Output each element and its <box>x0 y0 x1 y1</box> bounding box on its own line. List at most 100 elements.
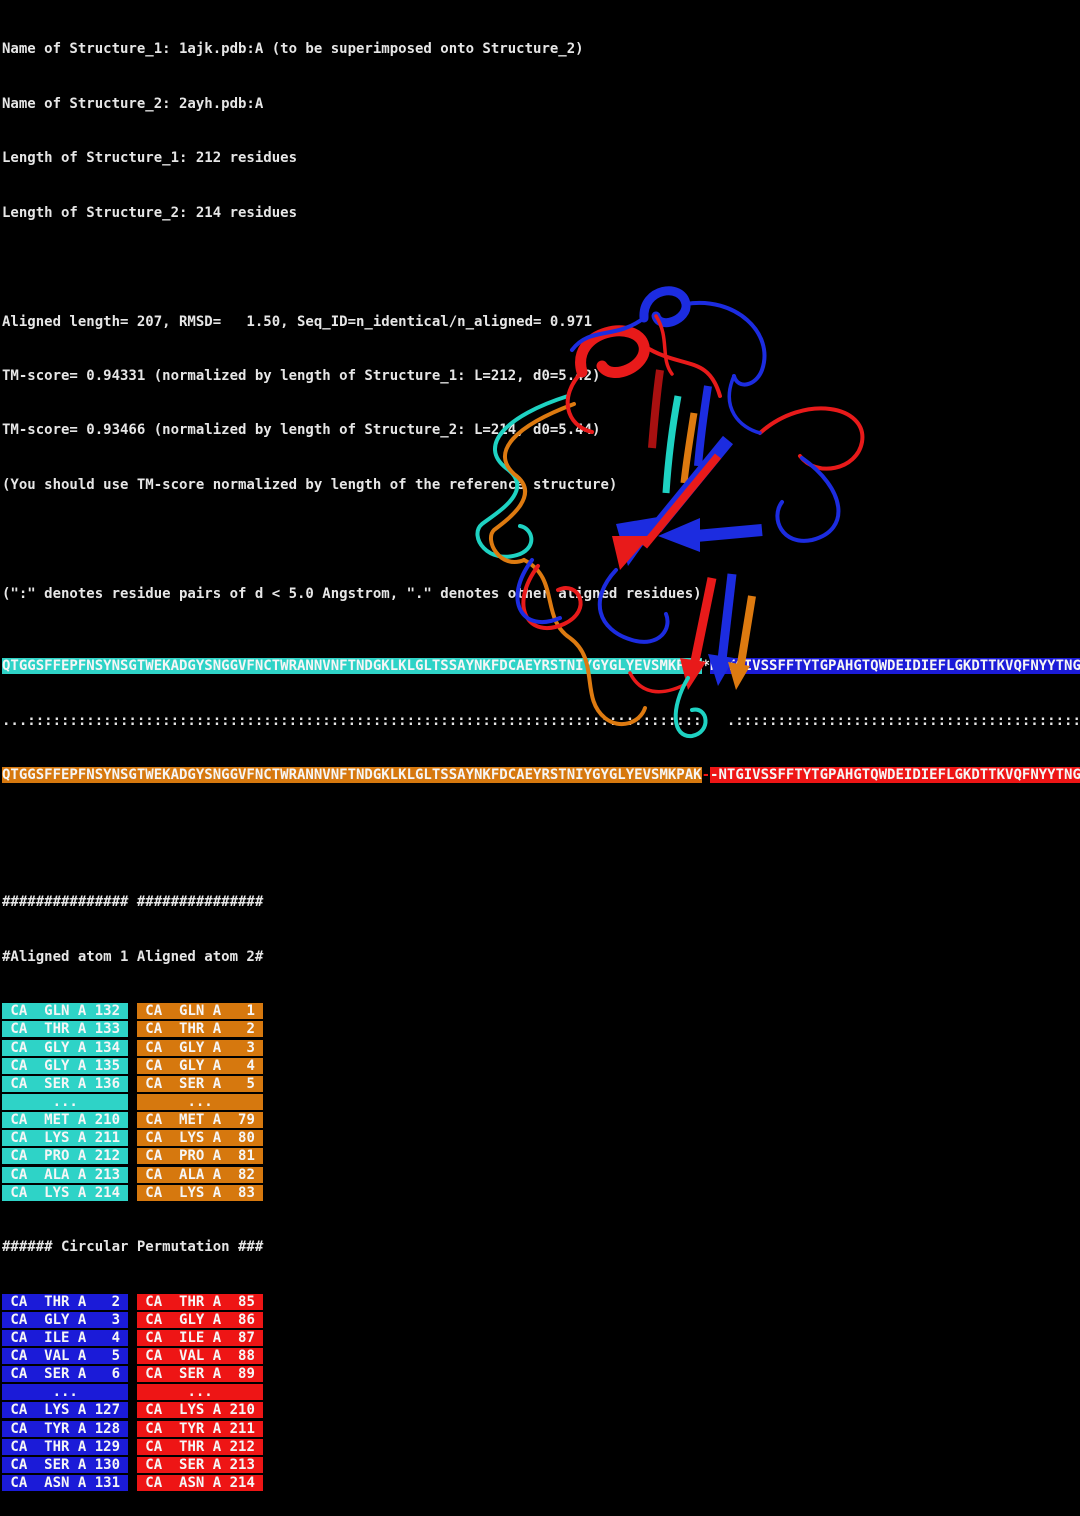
atom1-cell: ... <box>2 1384 128 1400</box>
strand-orange-vertical <box>684 413 694 483</box>
atom2-cell: CA LYS A 210 <box>137 1402 263 1418</box>
atom1-cell: CA ILE A 4 <box>2 1330 128 1346</box>
aligned-atom-row: ... ... <box>2 1383 1080 1401</box>
arrowhead-red-diagonal <box>612 536 650 570</box>
loop-blue-topright <box>686 303 764 385</box>
aligned-atoms-block-2: CA THR A 2 CA THR A 85 CA GLY A 3 CA GLY… <box>2 1293 1080 1493</box>
atom2-cell: CA THR A 85 <box>137 1294 263 1310</box>
cp-separator: ###### Circular Permutation ### <box>2 1238 1080 1256</box>
aligned-atom-row: CA GLY A 134 CA GLY A 3 <box>2 1039 1080 1057</box>
loop-blue-centerbottom <box>600 570 668 642</box>
info-line-structure2-name: Name of Structure_2: 2ayh.pdb:A <box>2 95 1080 113</box>
loop-red-right <box>760 408 862 468</box>
aligned-atom-row: CA PRO A 212 CA PRO A 81 <box>2 1147 1080 1165</box>
atom1-cell: CA ASN A 131 <box>2 1475 128 1491</box>
atom1-cell: CA GLY A 134 <box>2 1040 128 1056</box>
atom1-cell: CA LYS A 211 <box>2 1130 128 1146</box>
atom2-cell: CA ALA A 82 <box>137 1167 263 1183</box>
aligned-atom-row: CA MET A 210 CA MET A 79 <box>2 1111 1080 1129</box>
atom1-cell: CA GLY A 135 <box>2 1058 128 1074</box>
atom1-cell: CA SER A 136 <box>2 1076 128 1092</box>
strand-blue-down <box>722 574 732 660</box>
aligned-atom-row: CA TYR A 128 CA TYR A 211 <box>2 1420 1080 1438</box>
info-line-structure1-length: Length of Structure_1: 212 residues <box>2 149 1080 167</box>
atom2-cell: CA GLY A 4 <box>137 1058 263 1074</box>
atom1-cell: CA GLY A 3 <box>2 1312 128 1328</box>
aligned-atom-row: CA GLN A 132 CA GLN A 1 <box>2 1002 1080 1020</box>
atom2-cell: CA THR A 212 <box>137 1439 263 1455</box>
atom1-cell: CA MET A 210 <box>2 1112 128 1128</box>
atom1-cell: ... <box>2 1094 128 1110</box>
atom2-cell: CA ILE A 87 <box>137 1330 263 1346</box>
atom2-cell: CA LYS A 83 <box>137 1185 263 1201</box>
aligned-atom-row: CA GLY A 3 CA GLY A 86 <box>2 1311 1080 1329</box>
aligned-atom-row: CA THR A 129 CA THR A 212 <box>2 1438 1080 1456</box>
atom2-cell: CA TYR A 211 <box>137 1421 263 1437</box>
strand-orange-down <box>740 596 752 670</box>
aligned-atom-row: CA LYS A 214 CA LYS A 83 <box>2 1184 1080 1202</box>
aligned-atom-row: CA SER A 130 CA SER A 213 <box>2 1456 1080 1474</box>
atom2-cell: CA SER A 89 <box>137 1366 263 1382</box>
seq2-cp-segment: -NTGIVSSFFTYTGPAHGTQWDEIDIEFLGKDTTKVQFNY… <box>710 767 1080 783</box>
aligned-atom-row: ... ... <box>2 1093 1080 1111</box>
seq2-aligned-segment: QTGGSFFEPFNSYNSGTWEKADGYSNGGVFNCTWRANNVN… <box>2 767 702 783</box>
loop-red-left <box>568 372 592 432</box>
strand-blue-horizontal <box>696 530 762 536</box>
atom2-cell: CA GLY A 3 <box>137 1040 263 1056</box>
info-line-structure1-name: Name of Structure_1: 1ajk.pdb:A (to be s… <box>2 40 1080 58</box>
atom1-cell: CA TYR A 128 <box>2 1421 128 1437</box>
atom1-cell: CA GLN A 132 <box>2 1003 128 1019</box>
loop-orange-bottom <box>524 560 645 724</box>
atom1-cell: CA THR A 2 <box>2 1294 128 1310</box>
aligned-atom-row: CA VAL A 5 CA VAL A 88 <box>2 1347 1080 1365</box>
arrowhead-blue-down <box>708 654 734 686</box>
strand-darkred-vertical <box>652 370 660 448</box>
atom2-cell: CA VAL A 88 <box>137 1348 263 1364</box>
atom2-cell: CA MET A 79 <box>137 1112 263 1128</box>
structure-superposition-view <box>420 278 920 758</box>
aligned-atom-row: CA ASN A 131 CA ASN A 214 <box>2 1474 1080 1492</box>
atom1-cell: CA THR A 129 <box>2 1439 128 1455</box>
atom2-cell: CA PRO A 81 <box>137 1148 263 1164</box>
aligned-atom-row: CA SER A 6 CA SER A 89 <box>2 1365 1080 1383</box>
terminal-text: Name of Structure_1: 1ajk.pdb:A (to be s… <box>2 4 1080 1516</box>
helix-blue <box>644 291 686 323</box>
aligned-atoms-block-1: CA GLN A 132 CA GLN A 1 CA THR A 133 CA … <box>2 1002 1080 1202</box>
atom1-cell: CA THR A 133 <box>2 1021 128 1037</box>
atom1-cell: CA VAL A 5 <box>2 1348 128 1364</box>
atom2-cell: ... <box>137 1384 263 1400</box>
atom2-cell: CA SER A 213 <box>137 1457 263 1473</box>
atom2-cell: CA GLY A 86 <box>137 1312 263 1328</box>
aligned-atom-row: CA LYS A 127 CA LYS A 210 <box>2 1401 1080 1419</box>
atom1-cell: CA LYS A 214 <box>2 1185 128 1201</box>
aligned-atom-row: CA ILE A 4 CA ILE A 87 <box>2 1329 1080 1347</box>
atom2-cell: CA LYS A 80 <box>137 1130 263 1146</box>
aligned-atom-row: CA ALA A 213 CA ALA A 82 <box>2 1166 1080 1184</box>
aligned-atom-row: CA THR A 2 CA THR A 85 <box>2 1293 1080 1311</box>
loop-red-bottomconnect <box>630 673 688 692</box>
arrowhead-orange-down <box>728 662 750 690</box>
atom2-cell: CA SER A 5 <box>137 1076 263 1092</box>
aligned-atom-row: CA THR A 133 CA THR A 2 <box>2 1020 1080 1038</box>
atom1-cell: CA ALA A 213 <box>2 1167 128 1183</box>
gap-dash: - <box>702 767 710 783</box>
strand-blue-vertical <box>698 386 708 466</box>
atom2-cell: CA ASN A 214 <box>137 1475 263 1491</box>
blank-line <box>2 258 1080 276</box>
strand-red-down <box>694 578 712 666</box>
atom2-cell: CA GLN A 1 <box>137 1003 263 1019</box>
aligned-atom-row: CA LYS A 211 CA LYS A 80 <box>2 1129 1080 1147</box>
atom1-cell: CA LYS A 127 <box>2 1402 128 1418</box>
atom1-cell: CA SER A 6 <box>2 1366 128 1382</box>
table-header: #Aligned atom 1 Aligned atom 2# <box>2 948 1080 966</box>
aligned-atom-row: CA SER A 136 CA SER A 5 <box>2 1075 1080 1093</box>
atom1-cell: CA PRO A 212 <box>2 1148 128 1164</box>
blank-line <box>2 839 1080 857</box>
atom1-cell: CA SER A 130 <box>2 1457 128 1473</box>
atom2-cell: CA THR A 2 <box>137 1021 263 1037</box>
alignment-row-structure2: QTGGSFFEPFNSYNSGTWEKADGYSNGGVFNCTWRANNVN… <box>2 766 1080 784</box>
aligned-atom-row: CA GLY A 135 CA GLY A 4 <box>2 1057 1080 1075</box>
strand-cyan-vertical <box>666 396 678 493</box>
info-line-structure2-length: Length of Structure_2: 214 residues <box>2 204 1080 222</box>
table-top-border: ############### ############### <box>2 893 1080 911</box>
